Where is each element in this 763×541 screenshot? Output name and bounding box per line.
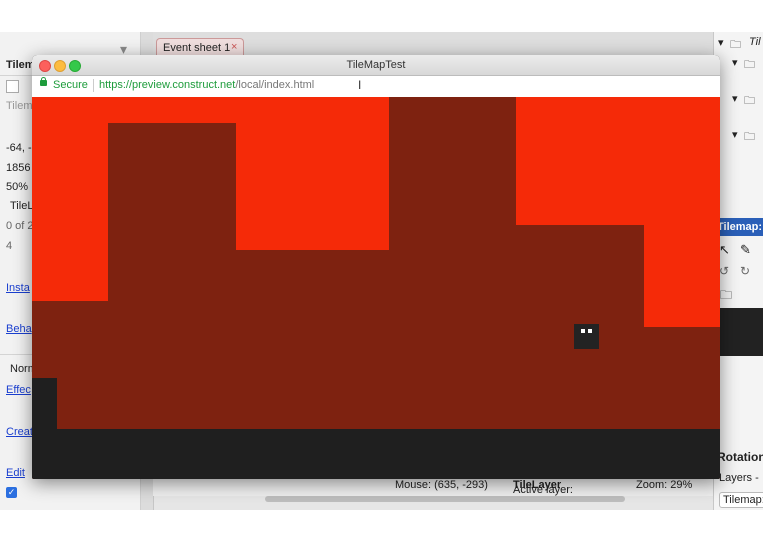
pencil-tool-icon[interactable]: ✎ — [740, 242, 751, 258]
effects-link[interactable]: Effec — [6, 384, 31, 396]
ground-tiles — [57, 429, 720, 479]
active-layer-label: Active layer: TileLayer — [513, 479, 573, 496]
folder-icon: 🗀 — [744, 59, 755, 71]
position-value[interactable]: -64, - — [6, 142, 32, 154]
sky-region — [32, 97, 108, 301]
count-value: 0 of 2 — [6, 220, 34, 232]
tile-field[interactable]: TileL — [10, 200, 33, 212]
url-suffix: /local/index.html — [235, 79, 315, 91]
instance-variables-link[interactable]: Insta — [6, 282, 30, 294]
create-link[interactable]: Creat — [6, 426, 33, 438]
window-title: TileMapTest — [346, 59, 406, 71]
tree-expand-icon[interactable]: ▾ — [732, 92, 738, 105]
divider — [93, 79, 94, 92]
opacity-value[interactable]: 50% — [6, 181, 28, 193]
rotate-right-icon[interactable]: ↻ — [740, 264, 750, 278]
tilemap-bar-title: Tilemap: T — [717, 221, 763, 233]
player-sprite[interactable] — [574, 324, 599, 349]
sky-region — [644, 225, 720, 327]
tree-expand-icon[interactable]: ▾ — [732, 128, 738, 141]
tab-tilemap[interactable]: Tilemap: — [719, 492, 763, 508]
horizontal-scrollbar[interactable] — [265, 496, 625, 502]
folder-icon: 🗀 — [744, 95, 755, 107]
close-icon[interactable]: × — [231, 41, 237, 53]
mouse-position: Mouse: (635, -293) — [395, 479, 488, 491]
sky-region — [108, 97, 236, 123]
tree-expand-icon[interactable]: ▾ — [718, 36, 724, 49]
name-field[interactable]: Tilem — [6, 100, 32, 112]
behaviors-link[interactable]: Beha — [6, 323, 32, 335]
window-titlebar[interactable]: TileMapTest — [32, 55, 720, 76]
url-prefix: https://preview.construct.net — [99, 79, 236, 91]
tab-label: Event sheet 1 — [163, 42, 231, 54]
tree-expand-icon[interactable]: ▾ — [732, 56, 738, 69]
player-eye — [588, 329, 592, 333]
edit-link[interactable]: Edit — [6, 467, 25, 479]
text-cursor-icon: I — [358, 78, 362, 92]
rotation-label: Rotation — [717, 450, 763, 464]
ground-tiles — [32, 378, 57, 479]
player-eye — [581, 329, 585, 333]
number-value: 4 — [6, 240, 13, 252]
tile-palette[interactable] — [714, 308, 763, 356]
tab-layers[interactable]: Layers - — [719, 472, 759, 484]
folder-icon[interactable]: 🗀 — [720, 286, 732, 307]
pointer-tool-icon[interactable]: ↖ — [719, 242, 730, 258]
tilemap-bar-header: Tilemap: T — [714, 218, 763, 236]
secure-label: Secure — [53, 79, 88, 91]
zoom-level: Zoom: 29% — [636, 479, 693, 491]
checkbox[interactable] — [6, 80, 19, 93]
panel-header: Tilem — [6, 59, 35, 71]
checked-checkbox[interactable]: ✓ — [6, 487, 17, 498]
address-bar[interactable]: Secure https://preview.construct.net/loc… — [32, 76, 720, 98]
lock-shackle-icon — [41, 77, 46, 81]
size-value[interactable]: 1856 — [6, 162, 30, 174]
sky-region — [236, 97, 389, 250]
url-field[interactable]: https://preview.construct.net/local/inde… — [99, 79, 314, 91]
tree-root-label: Til — [749, 36, 761, 48]
folder-icon: 🗀 — [730, 39, 741, 51]
game-canvas[interactable] — [32, 97, 720, 479]
active-layer-prefix: Active layer: — [513, 484, 573, 496]
project-panel: ▾ 🗀 Til ▾ 🗀 ▾ 🗀 ▾ 🗀 Tilemap: T ↖ ✎ ↺ ↻ 🗀… — [713, 32, 763, 510]
folder-icon: 🗀 — [744, 131, 755, 143]
sky-region — [516, 97, 720, 225]
rotate-left-icon[interactable]: ↺ — [719, 264, 729, 278]
preview-browser-window: TileMapTest Secure https://preview.const… — [32, 55, 720, 479]
